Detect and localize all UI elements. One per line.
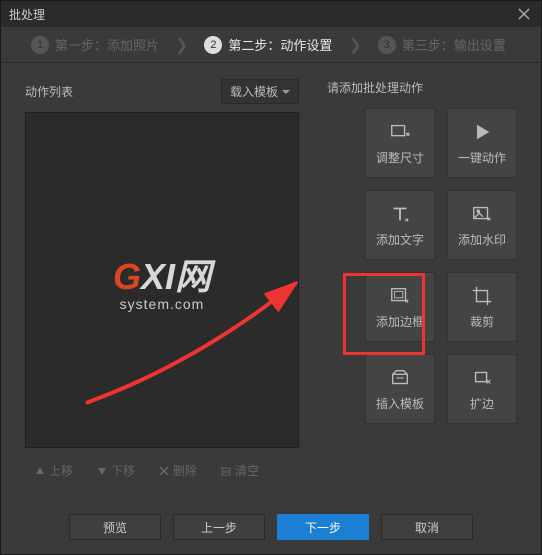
clear-icon <box>221 466 231 476</box>
wizard-steps: 1 第一步：添加照片 ❯ 2 第二步：动作设置 ❯ 3 第三步：输出设置 <box>1 27 541 63</box>
step-label: 第三步：输出设置 <box>402 35 506 54</box>
chevron-down-icon <box>282 90 290 94</box>
load-template-dropdown[interactable]: 载入模板 <box>221 79 299 104</box>
load-template-label: 载入模板 <box>230 83 278 100</box>
footer-buttons: 预览 上一步 下一步 取消 <box>1 514 541 540</box>
left-header: 动作列表 载入模板 <box>25 79 299 104</box>
resize-action-button[interactable]: 调整尺寸 <box>365 108 435 178</box>
action-grid: 调整尺寸 一键动作 添加文字 添加水印 添加边框 <box>323 108 517 424</box>
expand-icon <box>471 367 493 389</box>
add-text-action-button[interactable]: 添加文字 <box>365 190 435 260</box>
step-3[interactable]: 3 第三步：输出设置 <box>378 35 506 54</box>
right-column: 请添加批处理动作 调整尺寸 一键动作 添加文字 添加水印 <box>323 79 517 483</box>
step-number: 1 <box>31 36 49 54</box>
clear-button[interactable]: 清空 <box>211 458 269 483</box>
one-click-action-button[interactable]: 一键动作 <box>447 108 517 178</box>
step-2: 2 第二步：动作设置 <box>204 35 332 54</box>
titlebar: 批处理 <box>1 1 541 27</box>
close-icon <box>518 8 530 20</box>
delete-button[interactable]: 删除 <box>149 458 207 483</box>
crop-action-button[interactable]: 裁剪 <box>447 272 517 342</box>
text-icon <box>389 203 411 225</box>
insert-template-action-button[interactable]: 插入模板 <box>365 354 435 424</box>
step-label: 第二步：动作设置 <box>228 35 332 54</box>
left-column: 动作列表 载入模板 GXI网 system.com <box>25 79 299 483</box>
action-list-label: 动作列表 <box>25 83 73 100</box>
action-list-area[interactable]: GXI网 system.com <box>25 112 299 448</box>
batch-dialog: 批处理 1 第一步：添加照片 ❯ 2 第二步：动作设置 ❯ 3 第三步：输出设置… <box>0 0 542 555</box>
move-down-button[interactable]: 下移 <box>87 458 145 483</box>
content-area: 动作列表 载入模板 GXI网 system.com <box>1 63 541 483</box>
step-number: 3 <box>378 36 396 54</box>
dialog-title: 批处理 <box>9 6 45 23</box>
prev-step-button[interactable]: 上一步 <box>173 514 265 540</box>
move-up-button[interactable]: 上移 <box>25 458 83 483</box>
next-step-button[interactable]: 下一步 <box>277 514 369 540</box>
step-label: 第一步：添加照片 <box>55 35 159 54</box>
delete-icon <box>159 466 169 476</box>
watermark-logo: GXI网 system.com <box>113 248 211 312</box>
watermark-icon <box>471 203 493 225</box>
cancel-button[interactable]: 取消 <box>381 514 473 540</box>
preview-button[interactable]: 预览 <box>69 514 161 540</box>
chevron-right-icon: ❯ <box>175 35 188 55</box>
arrow-up-icon <box>35 466 45 476</box>
border-icon <box>389 285 411 307</box>
step-number: 2 <box>204 36 222 54</box>
step-1[interactable]: 1 第一步：添加照片 <box>31 35 159 54</box>
close-button[interactable] <box>515 5 533 23</box>
add-watermark-action-button[interactable]: 添加水印 <box>447 190 517 260</box>
add-action-hint: 请添加批处理动作 <box>323 79 517 96</box>
crop-icon <box>471 285 493 307</box>
template-icon <box>389 367 411 389</box>
arrow-down-icon <box>97 466 107 476</box>
play-icon <box>471 121 493 143</box>
list-controls: 上移 下移 删除 清空 <box>25 458 299 483</box>
expand-action-button[interactable]: 扩边 <box>447 354 517 424</box>
add-border-action-button[interactable]: 添加边框 <box>365 272 435 342</box>
resize-icon <box>389 121 411 143</box>
chevron-right-icon: ❯ <box>348 35 361 55</box>
